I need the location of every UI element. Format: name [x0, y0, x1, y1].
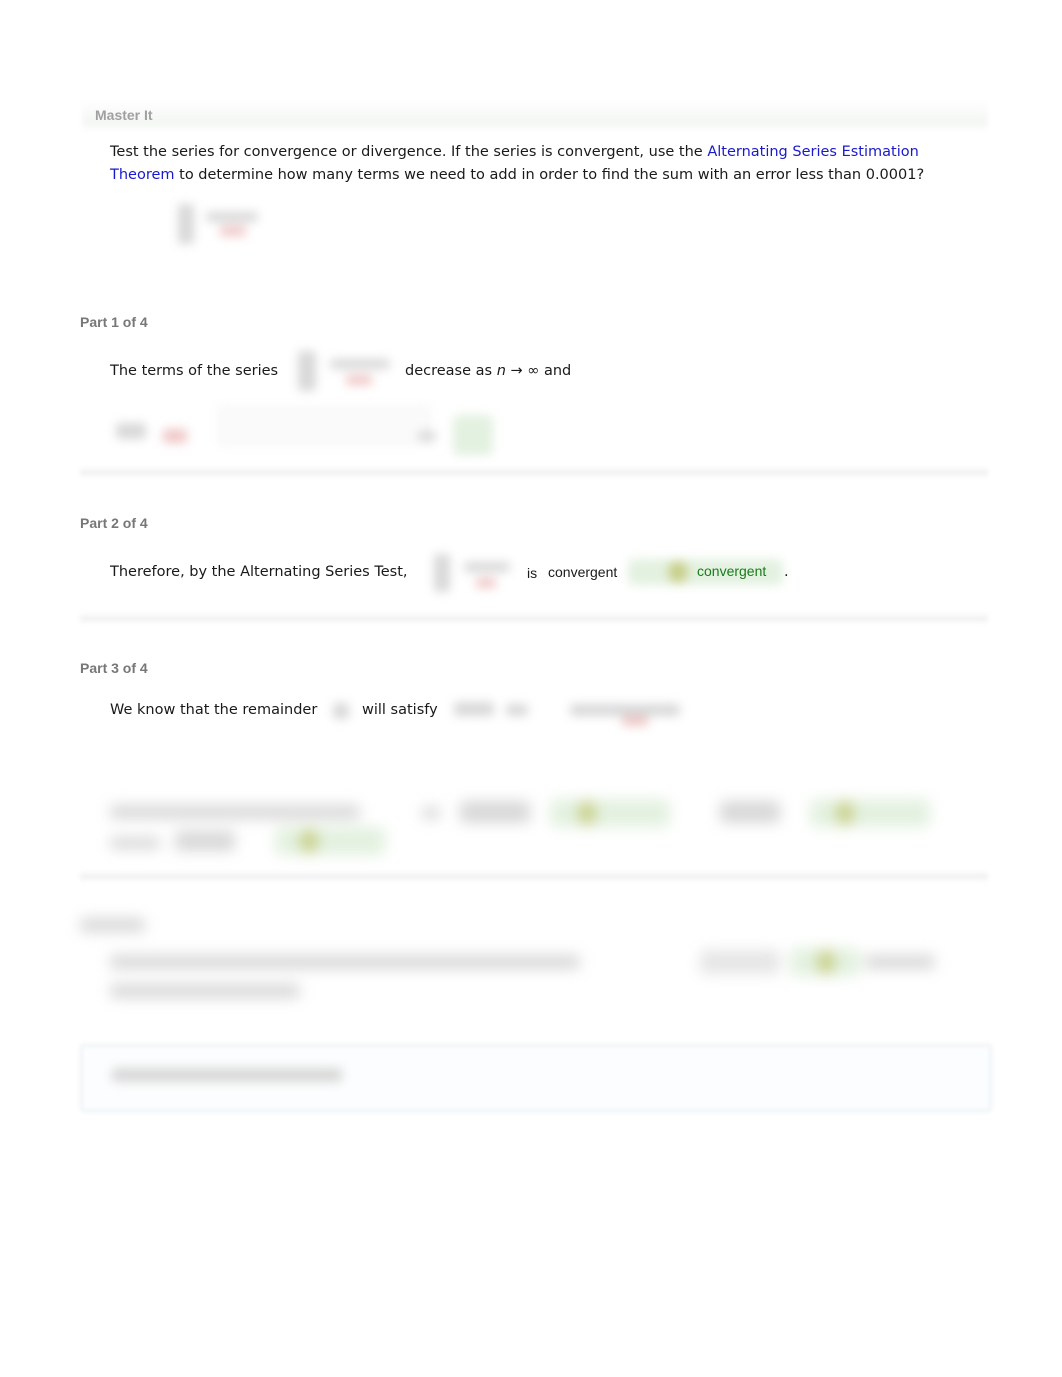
- part-4-area: [75, 910, 945, 1000]
- part-2-answer-select[interactable]: convergent: [548, 564, 617, 580]
- part-3-answer-area: [100, 795, 940, 865]
- problem-statement: Test the series for convergence or diver…: [110, 141, 970, 187]
- part-2-feedback-text: convergent: [697, 563, 767, 579]
- part-2-period: .: [784, 564, 789, 580]
- part-1-limit-row: [108, 405, 508, 460]
- intro-text: Test the series for convergence or diver…: [110, 144, 708, 160]
- master-header-bar: [82, 100, 988, 132]
- part-2-separator: [80, 612, 988, 624]
- part-3-title: Part 3 of 4: [80, 660, 148, 676]
- part-2-is: is: [527, 565, 538, 581]
- part-3-separator: [80, 870, 988, 882]
- part-3-text: We know that the remainder: [110, 702, 318, 718]
- master-title: Master It: [95, 107, 153, 123]
- remainder-inequality: [450, 692, 690, 732]
- part-2-title: Part 2 of 4: [80, 515, 148, 531]
- part-1-separator: [80, 466, 988, 478]
- remainder-symbol: [333, 703, 349, 719]
- check-icon: [668, 561, 688, 583]
- series-formula: [172, 200, 267, 250]
- part-1-title: Part 1 of 4: [80, 314, 148, 330]
- part-2-series-formula: [428, 548, 518, 598]
- part-1-text-after: decrease as n → ∞ and: [405, 363, 572, 379]
- intro-text-end: to determine how many terms we need to a…: [174, 167, 925, 183]
- part-2-text: Therefore, by the Alternating Series Tes…: [110, 564, 408, 580]
- part-1-text: The terms of the series: [110, 363, 279, 379]
- part-3-text-after: will satisfy: [362, 702, 438, 718]
- part-1-series-formula: [290, 345, 400, 397]
- help-box-text: [112, 1068, 342, 1082]
